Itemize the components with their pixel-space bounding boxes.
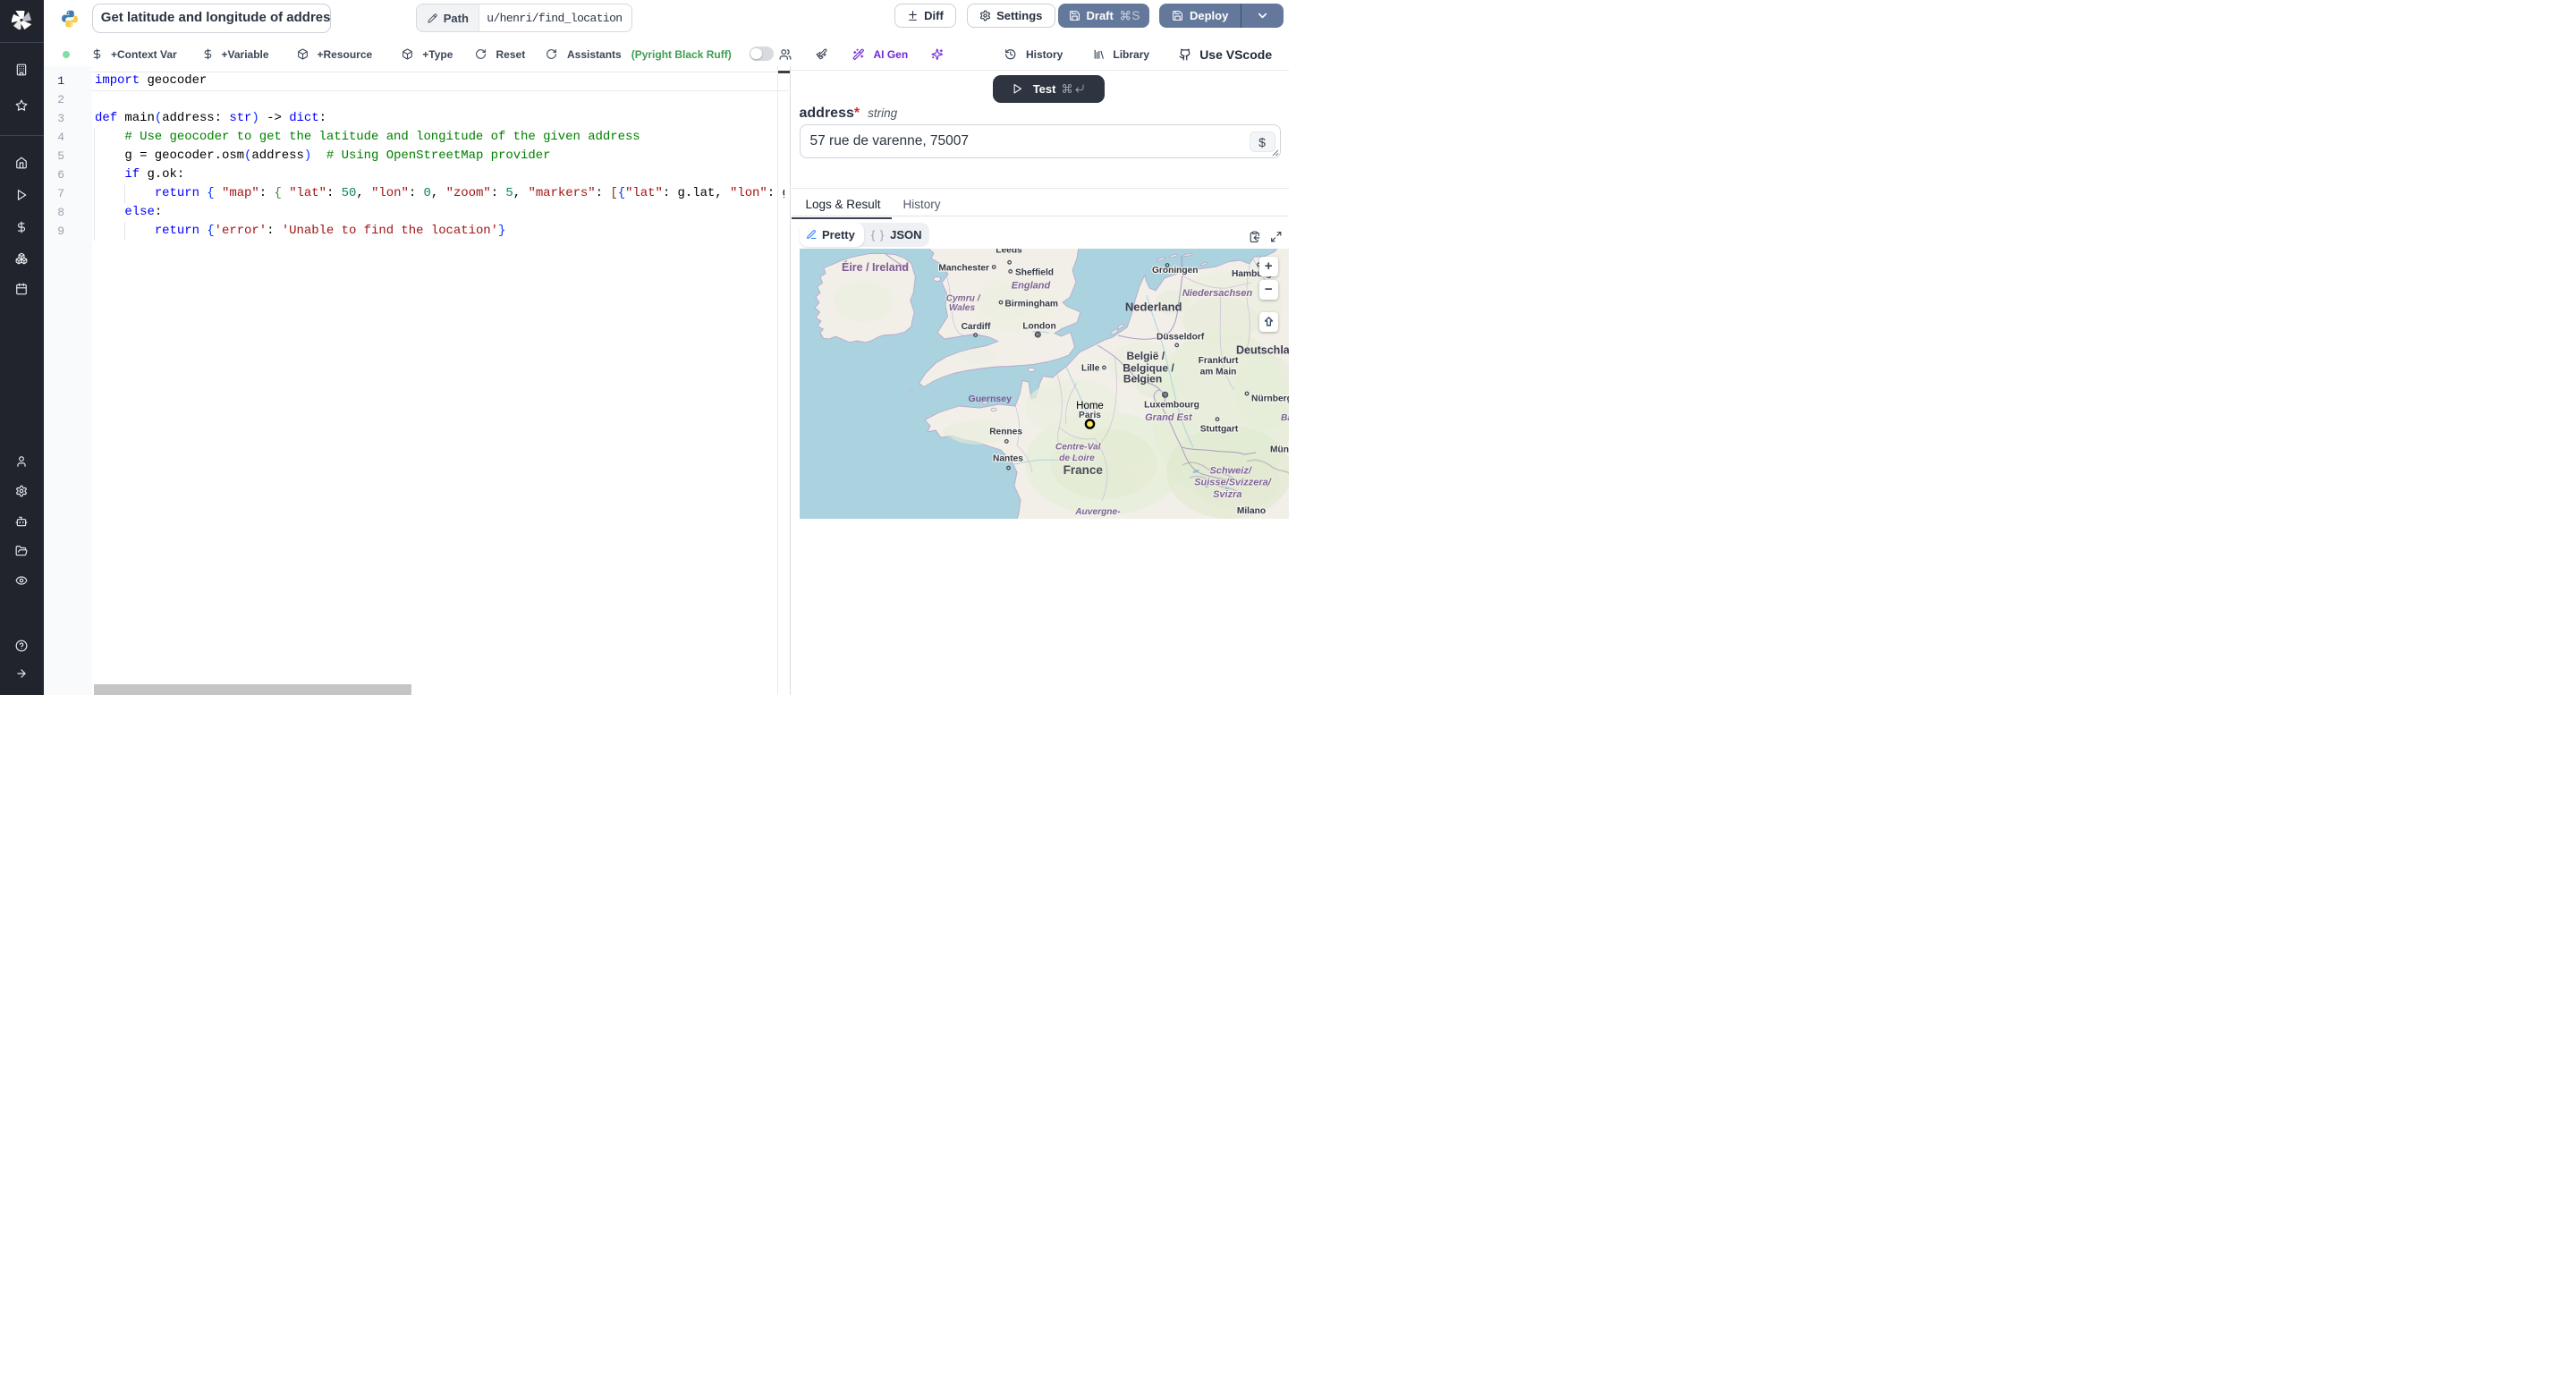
svg-text:Nantes: Nantes <box>993 453 1023 463</box>
svg-text:Nürnberg: Nürnberg <box>1251 394 1290 403</box>
svg-text:Nederland: Nederland <box>1124 300 1182 313</box>
svg-text:Wales: Wales <box>948 303 975 313</box>
svg-text:Lille: Lille <box>1081 363 1100 373</box>
svg-text:België /: België / <box>1126 350 1165 362</box>
svg-text:England: England <box>1011 280 1050 291</box>
svg-text:Cardiff: Cardiff <box>961 322 990 332</box>
svg-text:Milano: Milano <box>1236 506 1265 516</box>
svg-text:Auvergne-: Auvergne- <box>1074 507 1121 517</box>
svg-text:Suisse/Svizzera/: Suisse/Svizzera/ <box>1194 477 1273 487</box>
svg-text:Sheffield: Sheffield <box>1015 267 1054 277</box>
svg-text:Home: Home <box>1076 401 1104 411</box>
svg-text:Belgien: Belgien <box>1123 372 1161 385</box>
svg-text:Stuttgart: Stuttgart <box>1199 424 1238 434</box>
svg-text:Centre-Val: Centre-Val <box>1055 442 1100 452</box>
svg-text:Schweiz/: Schweiz/ <box>1209 465 1252 476</box>
svg-text:Manchester: Manchester <box>938 263 989 273</box>
svg-text:Niedersachsen: Niedersachsen <box>1182 288 1252 299</box>
svg-text:Luxembourg: Luxembourg <box>1144 400 1199 410</box>
svg-text:London: London <box>1022 321 1055 331</box>
svg-text:Svizra: Svizra <box>1213 489 1241 500</box>
svg-text:Groningen: Groningen <box>1152 266 1199 275</box>
svg-text:Frankfurt: Frankfurt <box>1198 356 1238 366</box>
svg-text:Deutschland: Deutschland <box>1236 343 1290 356</box>
svg-text:am Main: am Main <box>1199 367 1236 377</box>
svg-text:Leeds: Leeds <box>996 249 1022 256</box>
svg-text:Cymru /: Cymru / <box>945 293 980 303</box>
svg-text:Éire / Ireland: Éire / Ireland <box>841 260 908 274</box>
svg-text:France: France <box>1063 463 1103 477</box>
svg-text:Guernsey: Guernsey <box>968 393 1012 403</box>
svg-text:Bay: Bay <box>1281 413 1290 423</box>
svg-text:München: München <box>1270 445 1290 454</box>
svg-text:Birmingham: Birmingham <box>1004 299 1057 309</box>
svg-text:Rennes: Rennes <box>989 427 1022 436</box>
svg-text:de Loire: de Loire <box>1059 453 1095 463</box>
svg-text:Düsseldorf: Düsseldorf <box>1157 332 1205 342</box>
svg-text:Grand Est: Grand Est <box>1145 412 1193 423</box>
